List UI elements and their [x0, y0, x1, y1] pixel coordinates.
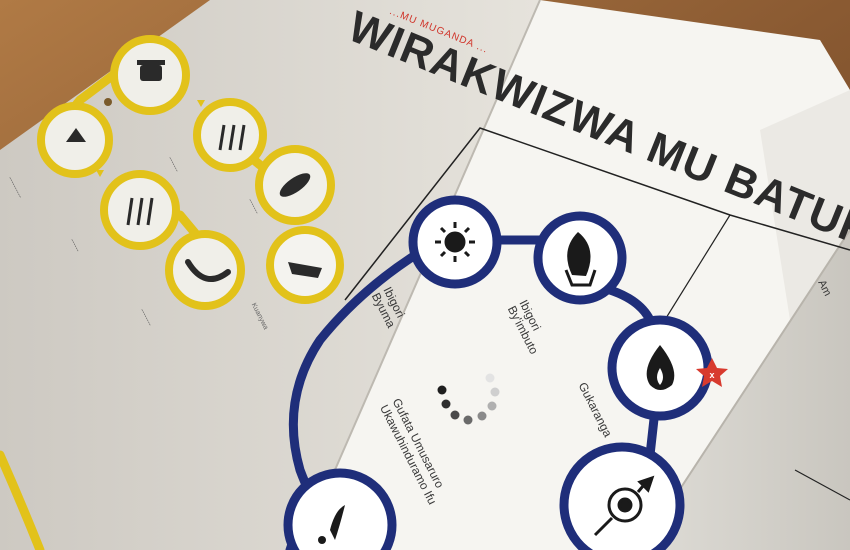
svg-text:x: x [709, 370, 714, 380]
pot-icon [137, 60, 165, 81]
sun-icon [435, 222, 475, 262]
